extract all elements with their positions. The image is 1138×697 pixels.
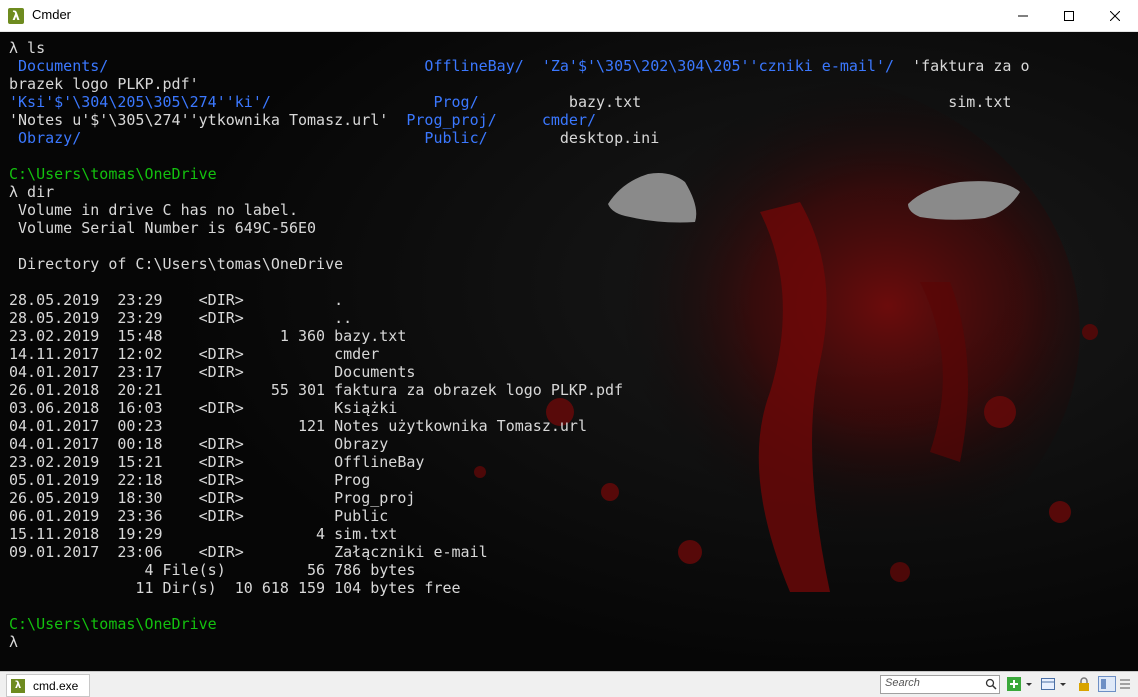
- terminal-text: 'faktura za o: [894, 57, 1030, 75]
- directory-entry: OfflineBay/: [424, 57, 524, 75]
- title-bar: λ Cmder: [0, 0, 1138, 32]
- terminal-text: brazek logo PLKP.pdf': [9, 75, 199, 93]
- tab-cmd-exe[interactable]: λ cmd.exe: [6, 674, 90, 697]
- terminal-text: 26.01.2018 20:21 55 301 faktura za obraz…: [9, 381, 624, 399]
- prompt-path: C:\Users\tomas\OneDrive: [9, 165, 217, 183]
- terminal-line: Documents/ OfflineBay/ 'Za'$'\305\202\30…: [9, 57, 1030, 75]
- sidebar-toggle-icon[interactable]: [1098, 676, 1116, 692]
- terminal-text: 04.01.2017 23:17 <DIR> Documents: [9, 363, 416, 381]
- terminal-text: 06.01.2019 23:36 <DIR> Public: [9, 507, 389, 525]
- terminal-text: 28.05.2019 23:29 <DIR> ..: [9, 309, 353, 327]
- terminal-line: 'Notes u'$'\305\274''ytkownika Tomasz.ur…: [9, 111, 596, 129]
- terminal-line: C:\Users\tomas\OneDrive: [9, 615, 217, 633]
- terminal-line: λ: [9, 633, 18, 651]
- terminal-text: Volume Serial Number is 649C-56E0: [9, 219, 317, 237]
- terminal-line: 09.01.2017 23:06 <DIR> Załączniki e-mail: [9, 543, 488, 561]
- terminal-line: 26.05.2019 18:30 <DIR> Prog_proj: [9, 489, 415, 507]
- directory-entry: Public/: [424, 129, 488, 147]
- terminal-line: Obrazy/ Public/ desktop.ini: [9, 129, 659, 147]
- terminal-line: 4 File(s) 56 786 bytes: [9, 561, 415, 579]
- terminal-line: 04.01.2017 23:17 <DIR> Documents: [9, 363, 415, 381]
- minimize-button[interactable]: [1000, 0, 1046, 31]
- terminal-text: 04.01.2017 00:18 <DIR> Obrazy: [9, 435, 389, 453]
- prompt-path: C:\Users\tomas\OneDrive: [9, 615, 217, 633]
- status-bar: λ cmd.exe Search: [0, 671, 1138, 697]
- terminal-text: λ dir: [9, 183, 55, 201]
- terminal-line: Directory of C:\Users\tomas\OneDrive: [9, 255, 343, 273]
- cmder-tab-icon: λ: [11, 678, 25, 693]
- terminal-text: 05.01.2019 22:18 <DIR> Prog: [9, 471, 371, 489]
- terminal-line: 11 Dir(s) 10 618 159 104 bytes free: [9, 579, 461, 597]
- tab-label: cmd.exe: [33, 678, 79, 693]
- terminal-text: 26.05.2019 18:30 <DIR> Prog_proj: [9, 489, 416, 507]
- terminal-line: 28.05.2019 23:29 <DIR> ..: [9, 309, 352, 327]
- terminal-line: 04.01.2017 00:23 121 Notes użytkownika T…: [9, 417, 587, 435]
- directory-entry: Obrazy/: [9, 129, 82, 147]
- terminal-line: λ ls: [9, 39, 45, 57]
- search-placeholder: Search: [885, 677, 920, 689]
- terminal-text: 'Notes u'$'\305\274''ytkownika Tomasz.ur…: [9, 111, 407, 129]
- terminal-line: 28.05.2019 23:29 <DIR> .: [9, 291, 343, 309]
- terminal-console[interactable]: λ ls Documents/ OfflineBay/ 'Za'$'\305\2…: [0, 32, 1138, 671]
- close-button[interactable]: [1092, 0, 1138, 31]
- chevron-down-icon[interactable]: [1058, 676, 1068, 692]
- search-input[interactable]: Search: [880, 675, 1000, 694]
- terminal-text: 23.02.2019 15:48 1 360 bazy.txt: [9, 327, 407, 345]
- terminal-text: λ ls: [9, 39, 46, 57]
- terminal-line: 23.02.2019 15:21 <DIR> OfflineBay: [9, 453, 424, 471]
- terminal-text: 14.11.2017 12:02 <DIR> cmder: [9, 345, 380, 363]
- directory-entry: Documents/: [9, 57, 109, 75]
- split-layout-icon[interactable]: [1040, 676, 1056, 692]
- terminal-text: 11 Dir(s) 10 618 159 104 bytes free: [9, 579, 461, 597]
- terminal-text: bazy.txt sim.txt: [478, 93, 1012, 111]
- maximize-icon: [1064, 10, 1074, 21]
- terminal-line: 04.01.2017 00:18 <DIR> Obrazy: [9, 435, 388, 453]
- window-title: Cmder: [32, 7, 72, 22]
- terminal-line: brazek logo PLKP.pdf': [9, 75, 199, 93]
- chevron-down-icon[interactable]: [1024, 676, 1034, 692]
- terminal-line: Volume in drive C has no label.: [9, 201, 298, 219]
- terminal-line: C:\Users\tomas\OneDrive: [9, 165, 217, 183]
- terminal-line: 03.06.2018 16:03 <DIR> Książki: [9, 399, 397, 417]
- terminal-text: 09.01.2017 23:06 <DIR> Załączniki e-mail: [9, 543, 488, 561]
- close-icon: [1110, 10, 1120, 21]
- terminal-line: 05.01.2019 22:18 <DIR> Prog: [9, 471, 370, 489]
- terminal-text: 04.01.2017 00:23 121 Notes użytkownika T…: [9, 417, 587, 435]
- terminal-text: desktop.ini: [487, 129, 660, 147]
- directory-entry: 'Za'$'\305\202\304\205''czniki e-mail'/: [541, 57, 895, 75]
- terminal-line: 23.02.2019 15:48 1 360 bazy.txt: [9, 327, 406, 345]
- terminal-line: λ dir: [9, 183, 54, 201]
- directory-entry: Prog_proj/: [406, 111, 497, 129]
- terminal-text: 28.05.2019 23:29 <DIR> .: [9, 291, 344, 309]
- minimize-icon: [1018, 15, 1028, 16]
- terminal-line: Volume Serial Number is 649C-56E0: [9, 219, 316, 237]
- terminal-text: 4 File(s) 56 786 bytes: [9, 561, 416, 579]
- terminal-text: 03.06.2018 16:03 <DIR> Książki: [9, 399, 398, 417]
- lock-icon[interactable]: [1076, 676, 1092, 692]
- directory-entry: cmder/: [541, 111, 597, 129]
- directory-entry: Prog/: [433, 93, 479, 111]
- terminal-text: λ: [9, 633, 19, 651]
- menu-lines-icon[interactable]: [1119, 676, 1131, 692]
- terminal-text: Directory of C:\Users\tomas\OneDrive: [9, 255, 344, 273]
- terminal-text: Volume in drive C has no label.: [9, 201, 298, 219]
- search-icon: [985, 678, 997, 690]
- terminal-line: 15.11.2018 19:29 4 sim.txt: [9, 525, 397, 543]
- cmder-app-icon[interactable]: λ: [8, 8, 24, 24]
- terminal-line: 14.11.2017 12:02 <DIR> cmder: [9, 345, 379, 363]
- terminal-line: 'Ksi'$'\304\205\305\274''ki'/ Prog/ bazy…: [9, 93, 1011, 111]
- maximize-button[interactable]: [1046, 0, 1092, 31]
- terminal-line: 26.01.2018 20:21 55 301 faktura za obraz…: [9, 381, 623, 399]
- terminal-text: 15.11.2018 19:29 4 sim.txt: [9, 525, 398, 543]
- directory-entry: 'Ksi'$'\304\205\305\274''ki'/: [9, 93, 271, 111]
- terminal-text: 23.02.2019 15:21 <DIR> OfflineBay: [9, 453, 425, 471]
- terminal-line: 06.01.2019 23:36 <DIR> Public: [9, 507, 388, 525]
- new-console-icon[interactable]: [1006, 676, 1022, 692]
